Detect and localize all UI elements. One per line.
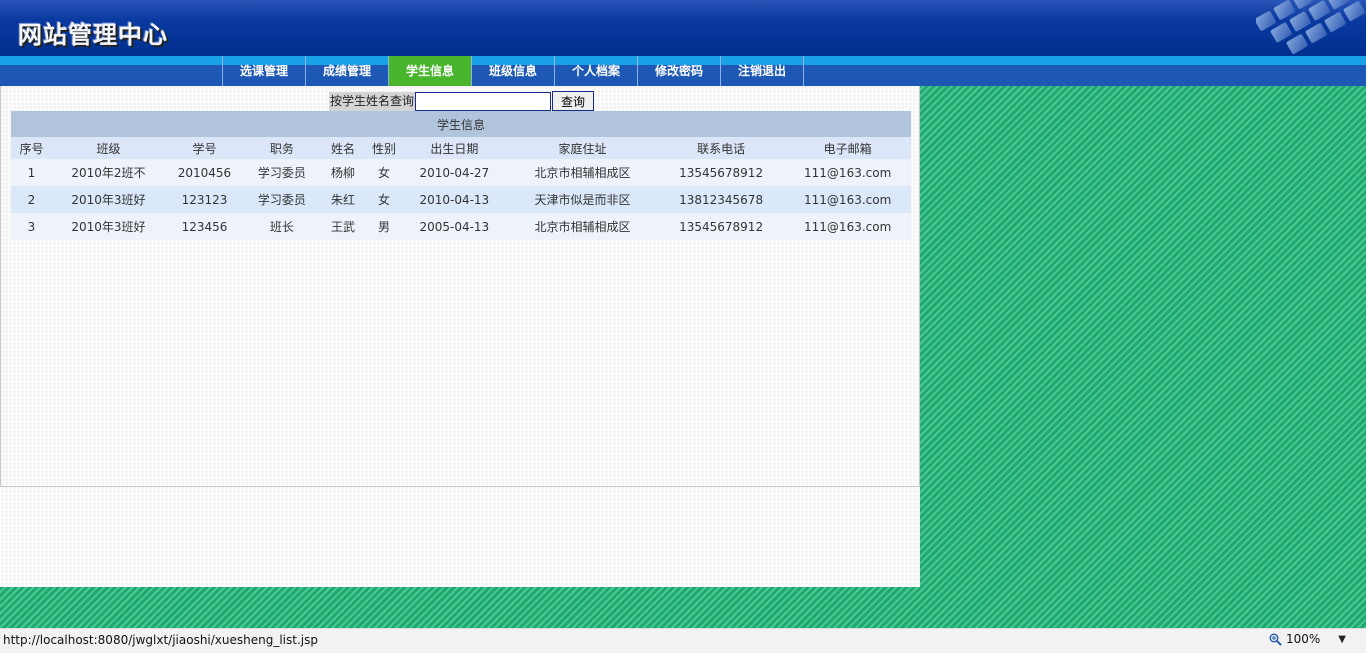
nav-item-change-password[interactable]: 修改密码: [638, 56, 721, 86]
table-title-row: 学生信息: [11, 111, 911, 137]
nav-item-class-info[interactable]: 班级信息: [472, 56, 555, 86]
nav-item-logout[interactable]: 注销退出: [721, 56, 804, 86]
table-cell: 1: [11, 159, 52, 186]
table-cell: 2005-04-13: [401, 213, 508, 240]
column-header: 班级: [51, 137, 165, 159]
table-title: 学生信息: [11, 111, 911, 137]
column-header: 序号: [11, 137, 52, 159]
table-cell: 北京市相辅相成区: [507, 213, 658, 240]
table-row: 2 2010年3班好 123123 学习委员 朱红 女 2010-04-13 天…: [11, 186, 911, 213]
browser-status-bar: http://localhost:8080/jwglxt/jiaoshi/xue…: [0, 628, 1366, 653]
table-header-row: 序号 班级 学号 职务 姓名 性别 出生日期 家庭住址 联系电话 电子邮箱: [11, 137, 911, 159]
table-cell: 王武: [319, 213, 367, 240]
search-bar: 按学生姓名查询 查询: [329, 91, 595, 111]
table-cell: 13812345678: [657, 186, 785, 213]
site-header: 网站管理中心: [0, 0, 1366, 56]
content-area: 按学生姓名查询 查询 学生信息 序号 班级 学号 职务 姓名 性别 出生日期 家…: [0, 86, 920, 587]
student-id-link[interactable]: 2010456: [164, 159, 245, 186]
table-cell: 班长: [244, 213, 320, 240]
table-cell: 女: [366, 186, 402, 213]
column-header: 职务: [244, 137, 320, 159]
table-cell: 111@163.com: [784, 186, 911, 213]
nav-item-course-selection[interactable]: 选课管理: [223, 56, 306, 86]
column-header: 性别: [366, 137, 402, 159]
table-cell: 2010年3班好: [51, 213, 165, 240]
table-cell: 学习委员: [244, 159, 320, 186]
site-title: 网站管理中心: [18, 21, 168, 49]
student-id-link[interactable]: 123123: [164, 186, 245, 213]
status-url: http://localhost:8080/jwglxt/jiaoshi/xue…: [3, 633, 318, 647]
search-button[interactable]: 查询: [552, 91, 595, 111]
search-input[interactable]: [415, 91, 552, 111]
column-header: 出生日期: [401, 137, 508, 159]
table-cell: 学习委员: [244, 186, 320, 213]
nav-item-profile[interactable]: 个人档案: [555, 56, 638, 86]
table-cell: 2: [11, 186, 52, 213]
zoom-level: 100%: [1285, 632, 1321, 646]
table-cell: 杨柳: [319, 159, 367, 186]
table-cell: 男: [366, 213, 402, 240]
table-row: 3 2010年3班好 123456 班长 王武 男 2005-04-13 北京市…: [11, 213, 911, 240]
student-table: 学生信息 序号 班级 学号 职务 姓名 性别 出生日期 家庭住址 联系电话 电子…: [11, 111, 911, 240]
table-cell: 北京市相辅相成区: [507, 159, 658, 186]
table-cell: 111@163.com: [784, 159, 911, 186]
table-cell: 2010-04-13: [401, 186, 508, 213]
column-header: 姓名: [319, 137, 367, 159]
column-header: 学号: [164, 137, 245, 159]
column-header: 电子邮箱: [784, 137, 911, 159]
table-cell: 13545678912: [657, 159, 785, 186]
search-label: 按学生姓名查询: [329, 91, 416, 111]
table-cell: 3: [11, 213, 52, 240]
table-cell: 2010-04-27: [401, 159, 508, 186]
table-cell: 2010年2班不: [51, 159, 165, 186]
table-cell: 111@163.com: [784, 213, 911, 240]
nav-item-student-info[interactable]: 学生信息: [389, 56, 472, 86]
magnifier-icon: [1269, 633, 1282, 646]
nav-item-grades[interactable]: 成绩管理: [306, 56, 389, 86]
content-frame: 按学生姓名查询 查询 学生信息 序号 班级 学号 职务 姓名 性别 出生日期 家…: [0, 86, 920, 487]
table-row: 1 2010年2班不 2010456 学习委员 杨柳 女 2010-04-27 …: [11, 159, 911, 186]
chevron-down-icon[interactable]: ▼: [1338, 634, 1346, 645]
table-cell: 朱红: [319, 186, 367, 213]
nav-menu: 选课管理 成绩管理 学生信息 班级信息 个人档案 修改密码 注销退出: [222, 56, 804, 86]
main-navbar: 选课管理 成绩管理 学生信息 班级信息 个人档案 修改密码 注销退出: [0, 56, 1366, 86]
column-header: 联系电话: [657, 137, 785, 159]
table-cell: 女: [366, 159, 402, 186]
keyboard-decoration-icon: [1256, 0, 1365, 54]
table-cell: 天津市似是而非区: [507, 186, 658, 213]
table-cell: 2010年3班好: [51, 186, 165, 213]
student-id-link[interactable]: 123456: [164, 213, 245, 240]
table-cell: 13545678912: [657, 213, 785, 240]
zoom-control[interactable]: 100% ▼: [1269, 632, 1346, 646]
column-header: 家庭住址: [507, 137, 658, 159]
